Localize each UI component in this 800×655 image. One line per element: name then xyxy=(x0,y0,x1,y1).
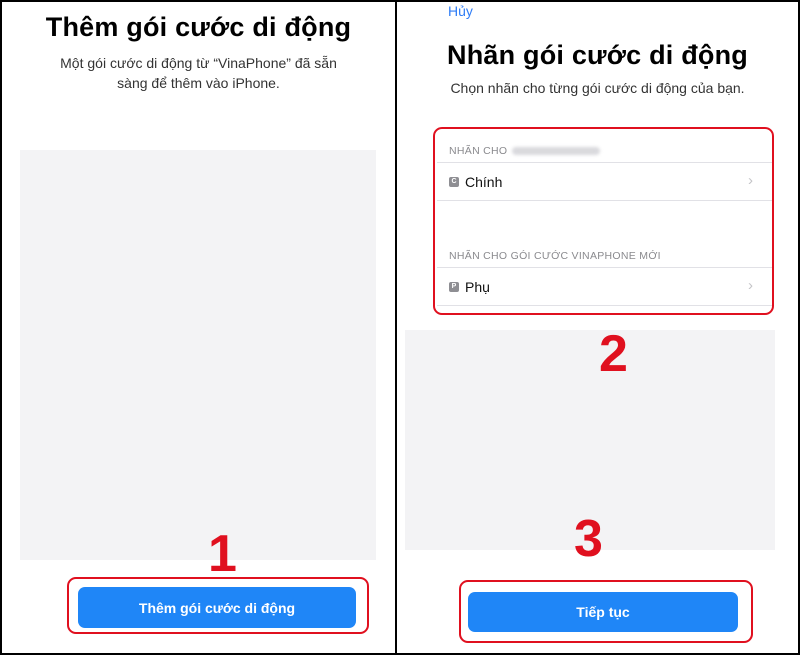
step-1-label: 1 xyxy=(208,525,237,583)
subtitle-line-1: Một gói cước di động từ “VinaPhone” đã s… xyxy=(60,55,337,71)
page-title: Thêm gói cước di động xyxy=(45,12,352,42)
left-screen: Thêm gói cước di động Một gói cước di độ… xyxy=(2,0,395,655)
cancel-link[interactable]: Hủy xyxy=(448,3,473,19)
step-2-label: 2 xyxy=(599,325,628,383)
background-region xyxy=(20,150,376,560)
add-plan-button[interactable]: Thêm gói cước di động xyxy=(78,587,356,628)
step-3-label: 3 xyxy=(574,510,603,568)
right-screen: Hủy Nhãn gói cước di động Chọn nhãn cho … xyxy=(397,0,798,655)
page-subtitle: Một gói cước di động từ “VinaPhone” đã s… xyxy=(22,53,375,93)
highlight-box-2 xyxy=(433,127,774,315)
subtitle-line-2: sàng để thêm vào iPhone. xyxy=(117,75,280,91)
continue-button[interactable]: Tiếp tục xyxy=(468,592,738,632)
page-title: Nhãn gói cước di động xyxy=(447,40,748,70)
page-subtitle: Chọn nhãn cho từng gói cước di động của … xyxy=(450,80,745,96)
